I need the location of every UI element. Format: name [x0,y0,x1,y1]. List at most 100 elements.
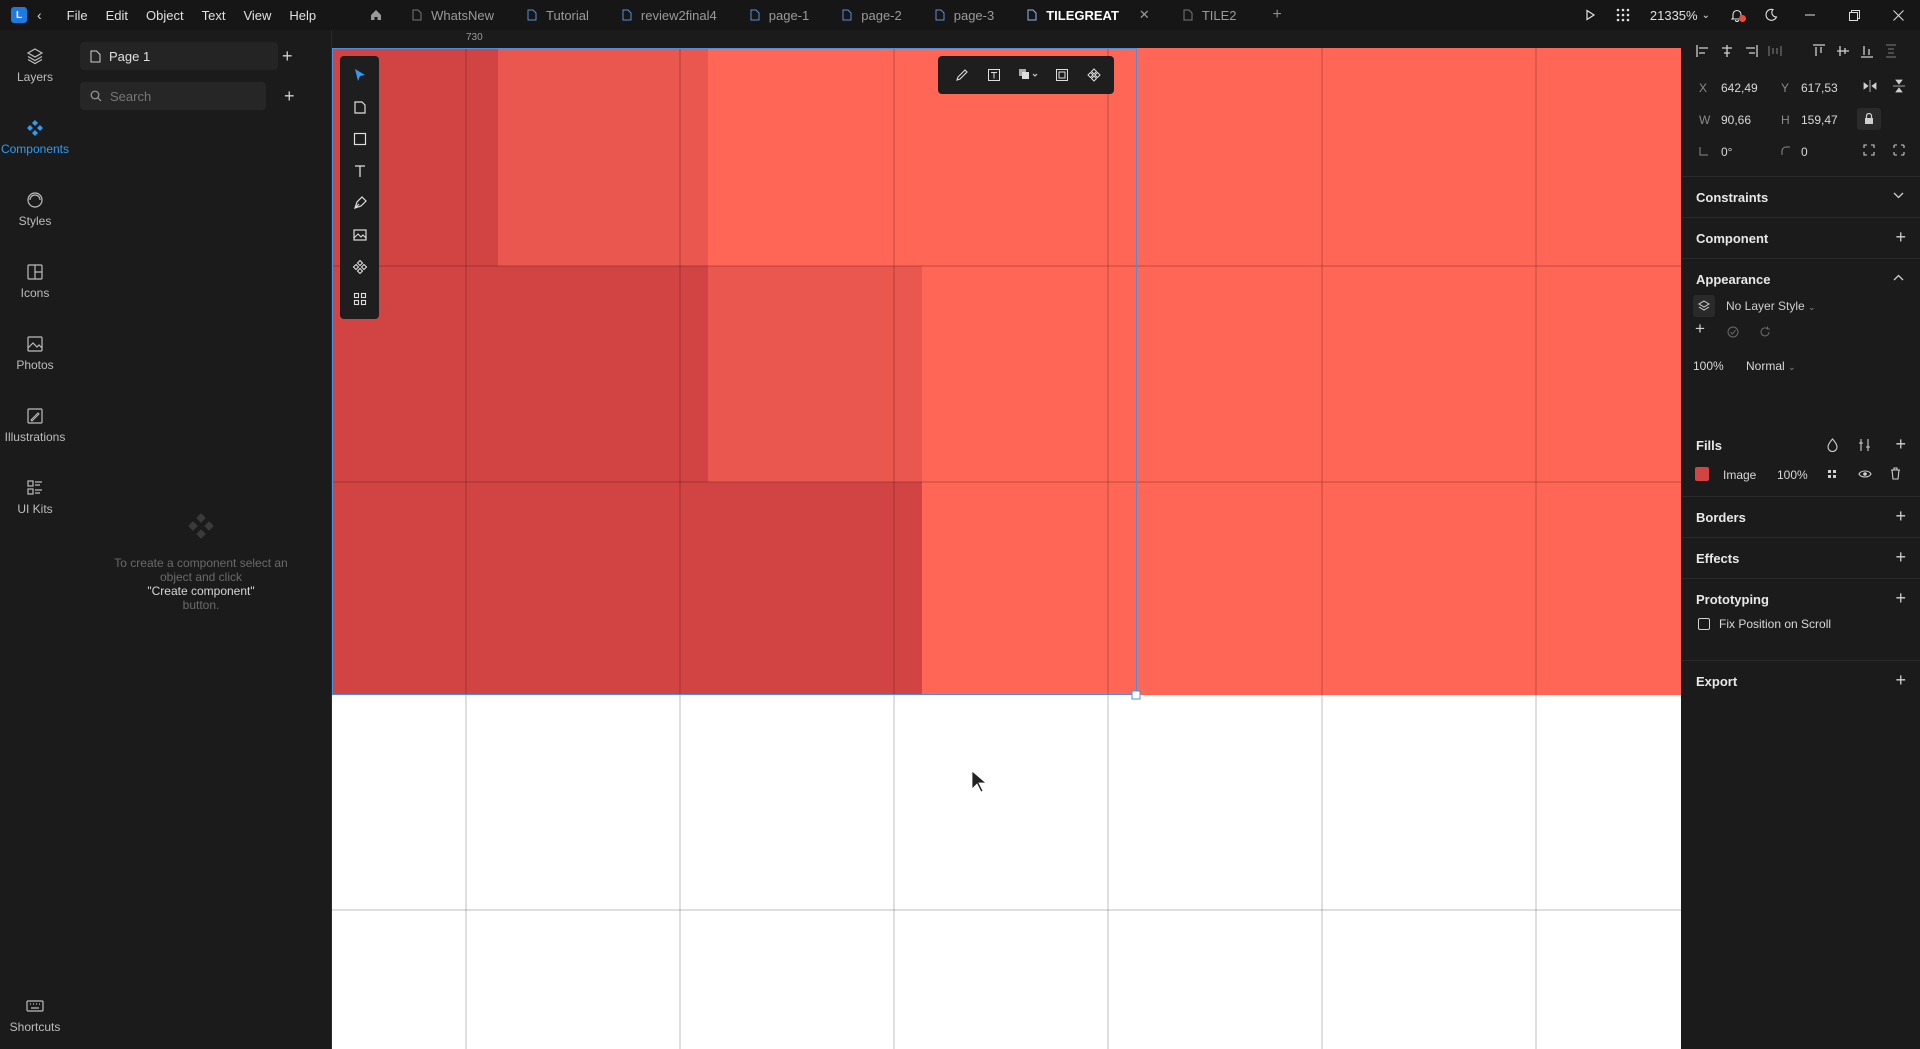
select-tool-icon[interactable] [340,60,379,90]
effects-section[interactable]: Effects + [1681,537,1920,577]
rail-icons[interactable]: Icons [0,262,70,300]
x-field[interactable]: 642,49 [1721,81,1758,95]
frame-selection-icon[interactable] [1048,61,1076,89]
notification-bell-icon[interactable] [1730,8,1746,22]
boolean-ops-icon[interactable] [1012,61,1044,89]
chevron-up-icon[interactable] [1893,274,1904,281]
rail-ui-kits[interactable]: UI Kits [0,478,70,516]
tab-tile2[interactable]: TILE2 [1168,0,1255,30]
component-section[interactable]: Component + [1681,217,1920,257]
pen-tool-icon[interactable] [340,188,379,218]
flip-horizontal-icon[interactable] [1863,80,1877,92]
add-page-icon[interactable]: + [282,47,293,65]
apply-style-icon[interactable] [1727,326,1739,338]
grid-layout-tool-icon[interactable] [340,284,379,314]
tab-review2final4[interactable]: review2final4 [607,0,735,30]
rail-styles[interactable]: Styles [0,190,70,228]
fix-position-checkbox[interactable] [1698,618,1710,630]
export-section[interactable]: Export + [1681,660,1920,700]
fill-adjust-icon[interactable] [1858,438,1871,452]
create-component-icon[interactable] [1080,61,1108,89]
add-effect-icon[interactable]: + [1895,548,1906,566]
tab-whatsnew[interactable]: WhatsNew [397,0,512,30]
fill-swatch[interactable] [1695,467,1709,481]
menu-object[interactable]: Object [137,8,193,23]
design-canvas[interactable]: 730 [332,30,1681,1049]
tab-page-2[interactable]: page-2 [827,0,919,30]
tab-page-3[interactable]: page-3 [920,0,1012,30]
tab-page-1[interactable]: page-1 [735,0,827,30]
align-middle-icon[interactable] [1831,41,1855,61]
back-icon[interactable]: ‹ [37,7,42,23]
add-component-icon[interactable]: + [284,87,295,105]
add-interaction-icon[interactable]: + [1895,589,1906,607]
add-border-icon[interactable]: + [1895,507,1906,525]
fill-mode-icon[interactable] [1827,469,1837,479]
rail-layers[interactable]: Layers [0,46,70,84]
lock-ratio-icon[interactable] [1857,108,1881,130]
minimize-button[interactable] [1788,0,1832,30]
h-field[interactable]: 159,47 [1801,113,1838,127]
trash-icon[interactable] [1890,467,1901,480]
fill-type[interactable]: Image [1723,468,1756,482]
tab-tutorial[interactable]: Tutorial [512,0,607,30]
page-selector[interactable]: Page 1 [80,42,278,70]
grid-apps-icon[interactable] [1616,8,1630,22]
fill-opacity[interactable]: 100% [1777,468,1808,482]
constraints-section[interactable]: Constraints [1681,176,1920,216]
independent-corners-icon[interactable] [1893,144,1905,156]
align-top-icon[interactable] [1807,41,1831,61]
search-field[interactable] [80,82,266,110]
y-field[interactable]: 617,53 [1801,81,1838,95]
rail-shortcuts[interactable]: Shortcuts [0,996,70,1034]
add-component-prop-icon[interactable]: + [1895,228,1906,246]
restore-button[interactable] [1832,0,1876,30]
align-right-icon[interactable] [1739,41,1763,61]
dark-mode-icon[interactable] [1764,8,1778,22]
add-tab-icon[interactable]: + [1273,6,1282,24]
flip-vertical-icon[interactable] [1893,79,1905,93]
app-logo[interactable]: L [11,7,27,23]
text-tool-icon[interactable] [340,156,379,186]
zoom-dropdown[interactable]: 21335% ⌄ [1650,8,1710,23]
image-tool-icon[interactable] [340,220,379,250]
rail-photos[interactable]: Photos [0,334,70,372]
eye-icon[interactable] [1858,469,1872,479]
expand-icon[interactable] [1863,144,1875,156]
distribute-horizontal-icon[interactable] [1763,41,1787,61]
radius-field[interactable]: 0 [1801,145,1808,159]
menu-help[interactable]: Help [280,8,325,23]
menu-file[interactable]: File [58,8,97,23]
menu-text[interactable]: Text [193,8,235,23]
w-field[interactable]: 90,66 [1721,113,1751,127]
align-bottom-icon[interactable] [1855,41,1879,61]
add-fill-icon[interactable]: + [1895,435,1906,453]
search-input[interactable] [110,88,240,104]
rotation-field[interactable]: 0° [1721,145,1732,159]
tab-tilegreat[interactable]: TILEGREAT ✕ [1012,0,1168,30]
close-tab-icon[interactable]: ✕ [1139,7,1150,23]
add-export-icon[interactable]: + [1895,671,1906,689]
chevron-down-icon[interactable] [1893,192,1904,199]
color-drop-icon[interactable] [1827,438,1838,452]
play-icon[interactable] [1584,9,1596,21]
menu-edit[interactable]: Edit [97,8,137,23]
opacity-field[interactable]: 100% [1693,359,1724,373]
refresh-style-icon[interactable] [1759,326,1771,338]
component-tool-icon[interactable] [340,252,379,282]
text-frame-icon[interactable] [980,61,1008,89]
resize-handle[interactable] [1131,690,1141,700]
rail-illustrations[interactable]: Illustrations [0,406,70,444]
artboard-tool-icon[interactable] [340,92,379,122]
home-tab[interactable] [355,0,397,30]
distribute-vertical-icon[interactable] [1879,41,1903,61]
blend-mode-dropdown[interactable]: Normal ⌄ [1746,359,1796,373]
menu-view[interactable]: View [234,8,280,23]
edit-pencil-icon[interactable] [948,61,976,89]
align-center-icon[interactable] [1715,41,1739,61]
align-left-icon[interactable] [1691,41,1715,61]
rectangle-tool-icon[interactable] [340,124,379,154]
close-window-button[interactable] [1876,0,1920,30]
layer-style-dropdown[interactable]: No Layer Style ⌄ [1726,299,1816,313]
rail-components[interactable]: Components [0,118,70,156]
